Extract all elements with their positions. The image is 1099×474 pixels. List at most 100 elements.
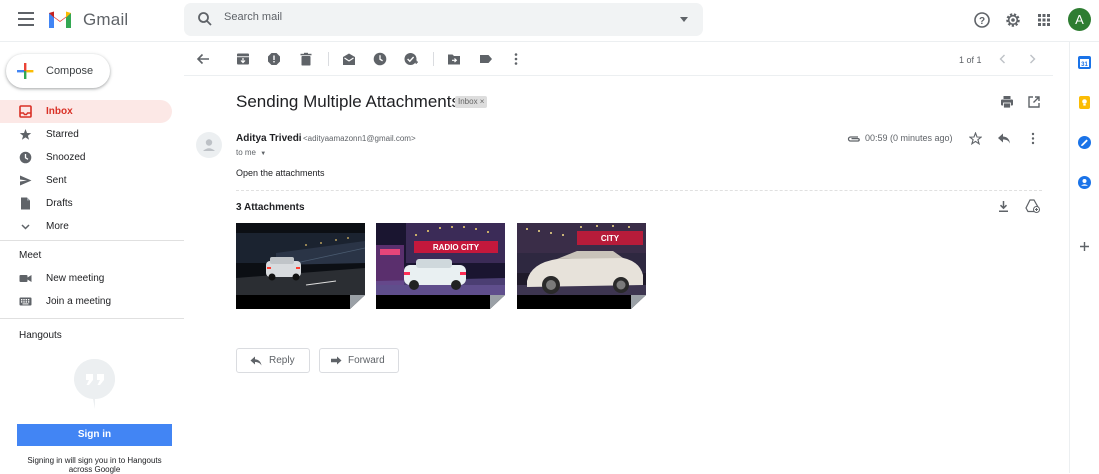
sidebar-item-label: Drafts xyxy=(46,198,73,209)
account-avatar[interactable]: A xyxy=(1068,8,1091,31)
recipient-summary[interactable]: to me ▼ xyxy=(236,148,266,157)
sidebar-item-label: New meeting xyxy=(46,273,105,284)
compose-button[interactable]: Compose xyxy=(6,54,110,88)
calendar-icon[interactable]: 31 xyxy=(1077,55,1092,70)
sidebar-item-sent[interactable]: Sent xyxy=(0,169,172,192)
sender-avatar[interactable] xyxy=(196,132,222,158)
keyboard-icon xyxy=(19,297,32,306)
forward-button[interactable]: Forward xyxy=(319,348,399,373)
hangouts-quote-icon xyxy=(73,358,115,409)
sidebar-item-label: Snoozed xyxy=(46,152,86,163)
contacts-icon[interactable] xyxy=(1077,175,1092,190)
gmail-logo-icon xyxy=(49,11,71,28)
message-toolbar: 1 of 1 xyxy=(184,42,1053,76)
search-options-icon[interactable] xyxy=(680,17,688,22)
sidebar-divider xyxy=(0,240,184,241)
car-night-road-image xyxy=(236,223,365,309)
save-to-drive-icon[interactable] xyxy=(1025,199,1040,213)
message-more-icon[interactable] xyxy=(1026,132,1040,145)
attachment-clip-icon xyxy=(847,136,860,142)
svg-text:?: ? xyxy=(979,16,985,27)
label-icon[interactable] xyxy=(479,52,493,66)
sidebar-divider xyxy=(0,318,184,319)
sidebar-item-starred[interactable]: Starred xyxy=(0,123,172,146)
sidebar-item-label: Sent xyxy=(46,175,67,186)
more-vertical-icon[interactable] xyxy=(509,52,523,66)
search-input[interactable] xyxy=(224,11,644,23)
reply-arrow-icon[interactable] xyxy=(997,132,1011,145)
help-icon[interactable]: ? xyxy=(973,11,991,29)
add-to-tasks-icon[interactable] xyxy=(404,52,418,66)
reply-label: Reply xyxy=(269,355,295,366)
apps-grid-icon[interactable] xyxy=(1035,11,1053,29)
sidebar-item-join-meeting[interactable]: Join a meeting xyxy=(0,290,172,313)
snooze-icon[interactable] xyxy=(373,52,387,66)
message-timestamp: 00:59 (0 minutes ago) xyxy=(865,133,953,143)
print-icon[interactable] xyxy=(1000,95,1014,109)
search-bar[interactable] xyxy=(184,3,703,36)
compose-plus-icon xyxy=(17,63,34,79)
attachments-divider xyxy=(236,190,1042,191)
person-icon xyxy=(203,139,215,151)
sidebar-item-drafts[interactable]: Drafts xyxy=(0,192,172,215)
inbox-label-tag[interactable]: Inbox × xyxy=(455,96,488,108)
video-icon xyxy=(19,275,32,282)
side-panel-rail: 31 xyxy=(1069,42,1099,473)
sidebar-item-inbox[interactable]: Inbox xyxy=(0,100,172,123)
hangouts-sign-in-button[interactable]: Sign in xyxy=(17,424,172,446)
email-subject: Sending Multiple Attachments xyxy=(236,92,460,111)
app-name: Gmail xyxy=(83,10,129,29)
tasks-icon[interactable] xyxy=(1077,135,1092,150)
delete-icon[interactable] xyxy=(299,52,313,66)
newer-chevron-right-icon[interactable] xyxy=(1025,52,1039,66)
report-spam-icon[interactable] xyxy=(267,52,281,66)
inbox-icon xyxy=(19,105,32,118)
chevron-down-icon xyxy=(21,224,30,230)
sender-name[interactable]: Aditya Trivedi xyxy=(236,133,302,144)
toolbar-separator xyxy=(328,52,329,66)
svg-text:31: 31 xyxy=(1081,62,1088,68)
open-new-window-icon[interactable] xyxy=(1027,95,1041,109)
sidebar-item-label: More xyxy=(46,221,69,232)
send-icon xyxy=(20,175,32,186)
sidebar-item-more[interactable]: More xyxy=(0,215,172,238)
sidebar-item-new-meeting[interactable]: New meeting xyxy=(0,267,172,290)
archive-icon[interactable] xyxy=(236,52,250,66)
recipient-label: to me xyxy=(236,148,257,157)
svg-text:CITY: CITY xyxy=(601,234,620,243)
download-all-icon[interactable] xyxy=(997,200,1010,213)
reply-button[interactable]: Reply xyxy=(236,348,310,373)
star-icon xyxy=(19,129,32,140)
star-message-icon[interactable] xyxy=(969,132,982,145)
move-to-folder-icon[interactable] xyxy=(447,52,461,66)
keep-icon[interactable] xyxy=(1077,95,1092,110)
top-header: Gmail ? A xyxy=(0,0,1099,42)
recipient-details-caret-icon[interactable]: ▼ xyxy=(260,151,266,157)
hangouts-section-title: Hangouts xyxy=(19,330,62,341)
clock-icon xyxy=(19,151,32,164)
attachments-count-title: 3 Attachments xyxy=(236,202,305,213)
reply-icon xyxy=(250,356,262,366)
older-chevron-left-icon[interactable] xyxy=(996,52,1010,66)
sidebar-item-snoozed[interactable]: Snoozed xyxy=(0,146,172,169)
attachment-thumbnail[interactable]: CITY xyxy=(517,223,646,309)
settings-gear-icon[interactable] xyxy=(1004,11,1022,29)
search-icon[interactable] xyxy=(197,11,213,27)
toolbar-separator xyxy=(433,52,434,66)
get-addons-plus-icon[interactable] xyxy=(1077,239,1092,254)
back-arrow-icon[interactable] xyxy=(196,52,210,66)
forward-icon xyxy=(331,356,342,365)
compose-label: Compose xyxy=(46,65,94,77)
forward-label: Forward xyxy=(348,355,385,366)
attachment-thumbnail[interactable]: RADIO CITY xyxy=(376,223,505,309)
car-radio-city-closeup-image: CITY xyxy=(517,223,646,309)
hangouts-sign-in-note: Signing in will sign you in to Hangouts … xyxy=(27,456,162,474)
main-menu-icon[interactable] xyxy=(18,12,34,26)
draft-icon xyxy=(21,197,30,210)
car-radio-city-image: RADIO CITY xyxy=(376,223,505,309)
pagination-count: 1 of 1 xyxy=(959,55,982,65)
mark-unread-icon[interactable] xyxy=(342,52,356,66)
meet-section-title: Meet xyxy=(19,250,42,261)
attachment-thumbnail[interactable] xyxy=(236,223,365,309)
sidebar-item-label: Starred xyxy=(46,129,79,140)
